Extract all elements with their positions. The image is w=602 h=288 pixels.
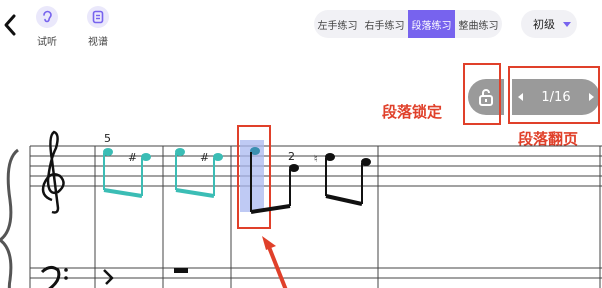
view-score-button[interactable]: 视谱 — [78, 6, 118, 48]
tab-section-practice[interactable]: 段落练习 — [408, 10, 455, 38]
listen-label: 试听 — [37, 37, 57, 48]
caret-down-icon — [563, 21, 571, 27]
fingering-5: 5 — [104, 132, 111, 145]
whole-rest-icon — [174, 268, 188, 273]
fingering-2: 2 — [288, 150, 295, 163]
measure-2-notes — [175, 148, 223, 198]
measure-1-notes — [103, 148, 151, 198]
lock-annotation-box — [463, 63, 501, 125]
sharp-sign-1: # — [128, 151, 137, 164]
practice-mode-tabs: 左手练习 右手练习 段落练习 整曲练习 — [314, 10, 502, 38]
tab-left-hand[interactable]: 左手练习 — [314, 10, 361, 38]
tab-full-song[interactable]: 整曲练习 — [455, 10, 502, 38]
quarter-rest-icon — [103, 269, 114, 285]
treble-staff — [30, 145, 602, 187]
back-arrow-icon[interactable] — [2, 12, 18, 38]
level-dropdown[interactable]: 初级 — [521, 10, 577, 38]
lock-annotation-label: 段落锁定 — [382, 103, 443, 121]
grand-staff-brace — [0, 148, 19, 288]
level-value: 初级 — [533, 18, 555, 31]
tab-right-hand[interactable]: 右手练习 — [361, 10, 408, 38]
listen-button[interactable]: 试听 — [27, 6, 67, 48]
pager-annotation-box — [508, 66, 600, 124]
view-score-label: 视谱 — [88, 37, 108, 48]
music-score: 5 # # 2 ♮ — [0, 125, 602, 288]
natural-sign: ♮ — [314, 154, 318, 165]
annotation-arrow-head — [262, 236, 276, 250]
annotation-arrow — [265, 241, 288, 288]
score-view-icon — [87, 6, 109, 28]
bass-staff — [30, 267, 602, 279]
barlines — [29, 146, 601, 288]
treble-clef-icon — [41, 130, 65, 214]
sharp-sign-2: # — [200, 151, 209, 164]
ear-icon — [36, 6, 58, 28]
measure-3-notes — [250, 147, 371, 214]
